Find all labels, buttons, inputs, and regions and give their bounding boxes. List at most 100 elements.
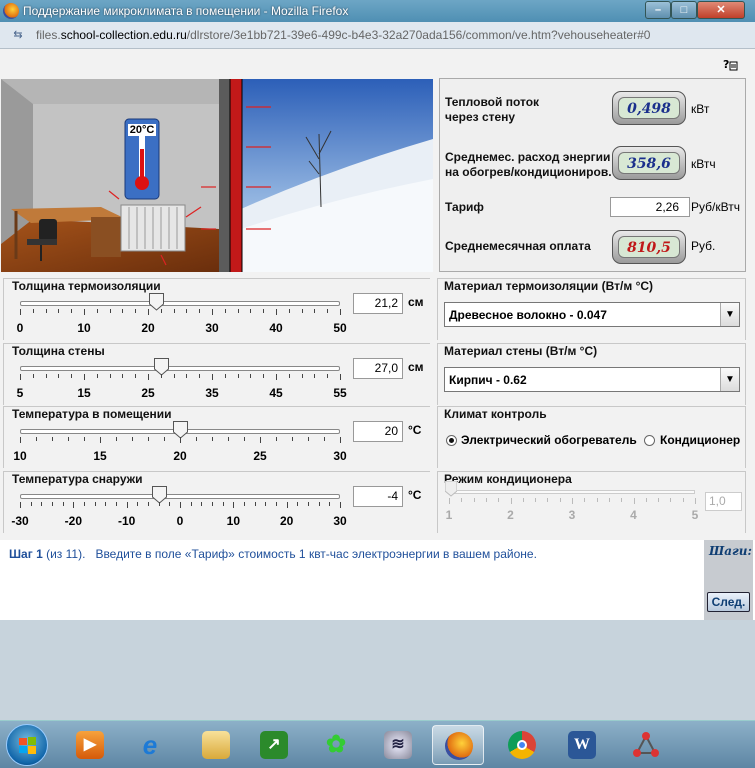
ac-mode-tick (572, 498, 573, 504)
insulation-material-value: Древесное волокно - 0.047 (449, 308, 607, 322)
slider-tick (186, 374, 188, 378)
payment-label: Среднемесячная оплата (445, 239, 591, 253)
slider-tick (263, 309, 265, 313)
slider-tick (173, 309, 175, 313)
ac-mode-group: Режим кондиционера 1,0 1 2 3 4 5 (437, 471, 746, 533)
ac-mode-tick-label: 3 (568, 508, 576, 522)
address-bar[interactable]: ⇆ files.school-collection.edu.ru/dlrstor… (0, 22, 755, 49)
taskbar-network-tool[interactable] (620, 725, 672, 765)
ac-mode-tick (608, 498, 610, 502)
indoor-temperature-value[interactable]: 20 (353, 421, 403, 442)
slider-tick (199, 309, 201, 313)
ac-mode-value[interactable]: 1,0 (705, 492, 742, 511)
insulation-material-select[interactable]: Древесное волокно - 0.047 ▼ (444, 302, 740, 327)
climate-control-label: Климат контроль (444, 407, 547, 421)
slider-tick-label: 35 (205, 386, 219, 400)
window-title-bar[interactable]: Поддержание микроклимата в помещении - M… (0, 0, 755, 22)
outdoor-temperature-label: Температура снаружи (12, 472, 143, 486)
ac-mode-tick (559, 498, 561, 502)
insulation-thickness-value[interactable]: 21,2 (353, 293, 403, 314)
outdoor-temperature-track[interactable] (20, 494, 340, 499)
taskbar-network[interactable]: ≋ (372, 725, 424, 765)
slider-tick (237, 374, 239, 378)
ac-mode-thumb[interactable] (444, 480, 458, 497)
slider-tick (288, 374, 290, 378)
icq-icon: ✿ (325, 731, 347, 758)
wall-thickness-track[interactable] (20, 366, 340, 371)
slider-tick (314, 309, 316, 313)
help-icon[interactable]: ? (722, 56, 738, 72)
minimize-button[interactable]: – (645, 1, 671, 19)
slider-tick-label: 5 (16, 386, 24, 400)
slider-tick (173, 374, 175, 378)
slider-tick (327, 309, 329, 313)
insulation-thickness-track[interactable] (20, 301, 340, 306)
url-text[interactable]: files.school-collection.edu.ru/dlrstore/… (36, 28, 650, 42)
site-identity-icon[interactable]: ⇆ (10, 29, 26, 42)
slider-tick-label: 10 (13, 449, 27, 463)
indoor-temperature-unit: °C (408, 423, 422, 437)
taskbar-word[interactable]: W (556, 725, 608, 765)
outdoor-temperature-value[interactable]: -4 (353, 486, 403, 507)
ac-mode-tick-label: 2 (507, 508, 514, 522)
climate-control-group: Климат контроль Электрический обогревате… (437, 406, 746, 468)
internet-explorer-icon: e (142, 730, 158, 760)
slider-tick-label: 15 (93, 449, 107, 463)
close-button[interactable]: ✕ (697, 1, 745, 19)
tariff-input[interactable] (610, 197, 690, 217)
radio-ac[interactable] (644, 435, 655, 446)
slider-tick-label: 20 (279, 514, 294, 528)
slider-tick (84, 309, 85, 315)
taskbar-stock-app[interactable]: ↗ (248, 725, 300, 765)
slider-tick-label: 30 (205, 321, 219, 335)
slider-tick (84, 502, 85, 506)
taskbar-icq[interactable]: ✿ (310, 725, 362, 765)
radiator-icon (120, 204, 186, 252)
url-domain: school-collection.edu.ru (60, 28, 187, 42)
chevron-down-icon[interactable]: ▼ (720, 368, 739, 391)
slider-tick (20, 309, 21, 315)
slider-tick (52, 502, 53, 506)
tariff-label: Тариф (445, 200, 484, 214)
chevron-down-icon[interactable]: ▼ (720, 303, 739, 326)
taskbar-media-player[interactable]: ▶ (64, 725, 116, 765)
wall-material-select[interactable]: Кирпич - 0.62 ▼ (444, 367, 740, 392)
start-button[interactable] (6, 724, 48, 766)
wall-thickness-group: Толщина стены 27,0 см 5 15 25 35 45 55 (3, 343, 430, 405)
slider-tick (260, 437, 261, 443)
slider-tick (58, 374, 60, 378)
slider-tick (276, 502, 277, 506)
slider-tick (52, 437, 53, 441)
slider-tick (212, 502, 213, 506)
energy-value: 358,6 (618, 152, 680, 174)
taskbar-chrome[interactable] (496, 725, 548, 765)
slider-tick-label: 40 (269, 321, 283, 335)
maximize-button[interactable]: □ (671, 1, 697, 19)
windows-logo-icon (19, 737, 36, 754)
energy-display: 358,6 (612, 146, 686, 180)
outdoor-temperature-ticks (20, 502, 341, 508)
slider-tick (32, 374, 34, 378)
slider-tick (237, 309, 239, 313)
taskbar-internet-explorer[interactable]: e (124, 725, 176, 765)
slider-tick (94, 502, 96, 506)
slider-tick (20, 502, 21, 508)
slider-tick (244, 437, 245, 441)
ac-mode-track[interactable] (449, 490, 695, 494)
radio-ac-label[interactable]: Кондиционер (660, 433, 740, 447)
slider-tick (199, 374, 201, 378)
slider-tick-label: -10 (117, 514, 136, 528)
radio-heater[interactable] (446, 435, 457, 446)
slider-tick (158, 502, 160, 506)
wall-thickness-value[interactable]: 27,0 (353, 358, 403, 379)
taskbar-file-explorer[interactable] (190, 725, 242, 765)
ac-mode-tick (645, 498, 647, 502)
slider-tick-label: 10 (226, 514, 241, 528)
insulation-thickness-ticks (20, 309, 341, 315)
next-step-button[interactable]: След. (707, 592, 750, 612)
room-illustration: 20°C (1, 79, 433, 272)
radio-heater-label[interactable]: Электрический обогреватель (461, 433, 637, 447)
slider-tick (327, 374, 329, 378)
network-tool-icon (632, 731, 660, 759)
taskbar-firefox[interactable] (432, 725, 484, 765)
